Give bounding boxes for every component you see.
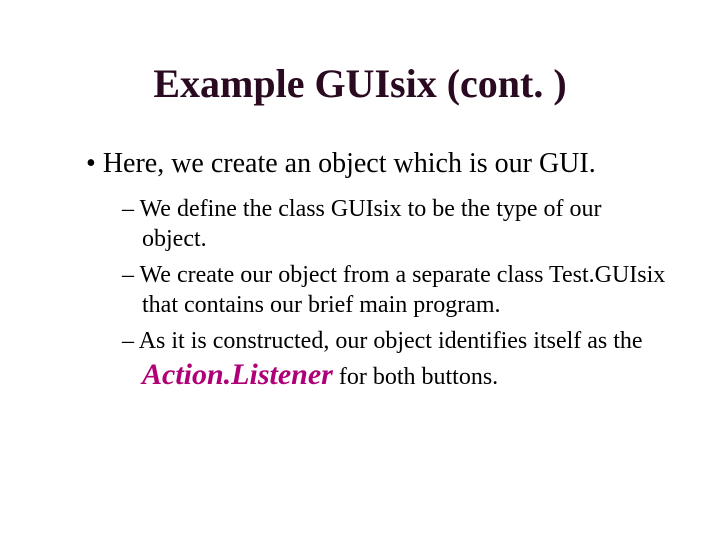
bullet-sub-3-part-a: As it is constructed, our object identif…	[139, 328, 643, 354]
emphasized-term: Action.Listener	[142, 358, 333, 391]
bullet-sub-3: As it is constructed, our object identif…	[122, 326, 670, 394]
bullet-sub-1: We define the class GUIsix to be the typ…	[122, 194, 670, 254]
slide-title: Example GUIsix (cont. )	[50, 60, 670, 107]
bullet-sub-3-part-b: for both buttons.	[333, 364, 498, 390]
slide: Example GUIsix (cont. ) Here, we create …	[0, 0, 720, 540]
bullet-main: Here, we create an object which is our G…	[86, 147, 670, 180]
bullet-sub-2: We create our object from a separate cla…	[122, 260, 670, 320]
